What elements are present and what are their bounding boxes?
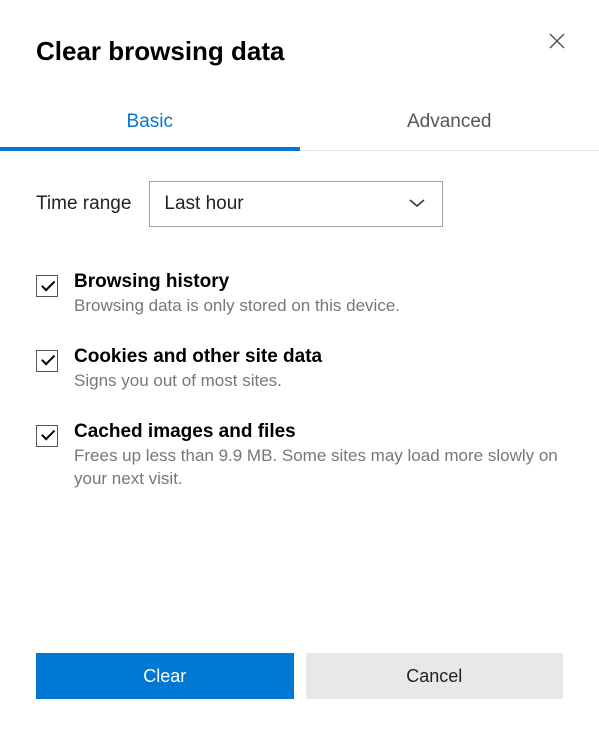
option-cache: Cached images and files Frees up less th… — [36, 421, 563, 491]
dialog-content: Time range Last hour Browsing history Br… — [0, 151, 599, 653]
option-title: Browsing history — [74, 271, 563, 293]
tab-advanced[interactable]: Advanced — [300, 97, 599, 151]
close-button[interactable] — [543, 28, 571, 56]
tabs: Basic Advanced — [0, 97, 599, 151]
dialog-footer: Clear Cancel — [0, 653, 599, 735]
time-range-row: Time range Last hour — [36, 181, 563, 227]
clear-button[interactable]: Clear — [36, 653, 294, 699]
option-cookies: Cookies and other site data Signs you ou… — [36, 346, 563, 393]
tab-basic[interactable]: Basic — [0, 97, 300, 151]
option-desc: Browsing data is only stored on this dev… — [74, 295, 563, 318]
option-text: Cached images and files Frees up less th… — [74, 421, 563, 491]
checkbox-browsing-history[interactable] — [36, 275, 58, 297]
option-title: Cached images and files — [74, 421, 563, 443]
option-title: Cookies and other site data — [74, 346, 563, 368]
dialog-title: Clear browsing data — [36, 36, 563, 67]
time-range-value: Last hour — [164, 193, 243, 215]
option-desc: Frees up less than 9.9 MB. Some sites ma… — [74, 445, 563, 491]
option-browsing-history: Browsing history Browsing data is only s… — [36, 271, 563, 318]
chevron-down-icon — [408, 195, 426, 213]
time-range-select[interactable]: Last hour — [149, 181, 443, 227]
checkbox-section: Browsing history Browsing data is only s… — [36, 271, 563, 491]
checkbox-cache[interactable] — [36, 425, 58, 447]
close-icon — [549, 33, 565, 52]
clear-browsing-data-dialog: Clear browsing data Basic Advanced Time … — [0, 0, 599, 735]
time-range-label: Time range — [36, 193, 131, 215]
option-text: Browsing history Browsing data is only s… — [74, 271, 563, 318]
option-text: Cookies and other site data Signs you ou… — [74, 346, 563, 393]
checkbox-cookies[interactable] — [36, 350, 58, 372]
option-desc: Signs you out of most sites. — [74, 370, 563, 393]
cancel-button[interactable]: Cancel — [306, 653, 564, 699]
dialog-header: Clear browsing data — [0, 0, 599, 67]
